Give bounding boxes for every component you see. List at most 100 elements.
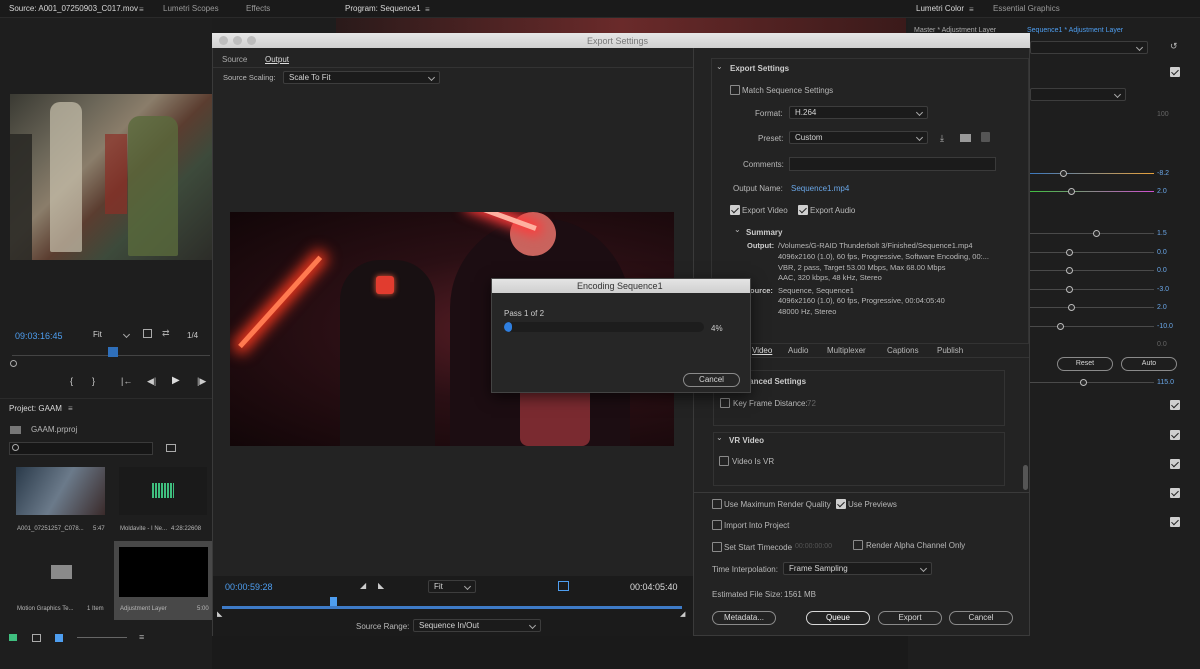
lumetri-value[interactable]: 2.0	[1157, 304, 1167, 311]
preview-timeline-track[interactable]	[222, 606, 682, 609]
max-render-quality-checkbox[interactable]	[712, 499, 722, 509]
render-alpha-checkbox[interactable]	[853, 540, 863, 550]
slider-knob[interactable]	[1080, 379, 1087, 386]
lumetri-section-checkbox[interactable]	[1170, 400, 1180, 410]
export-video-checkbox[interactable]	[730, 205, 740, 215]
source-fit-dropdown[interactable]: Fit	[88, 329, 134, 342]
tab-lumetri-color[interactable]: Lumetri Color	[916, 4, 964, 13]
preview-fit-dropdown[interactable]: Fit	[428, 580, 476, 593]
lumetri-auto-button[interactable]: Auto	[1121, 357, 1177, 371]
slider-knob[interactable]	[1093, 230, 1100, 237]
zoom-window-icon[interactable]	[247, 36, 256, 45]
lumetri-section-checkbox[interactable]	[1170, 517, 1180, 527]
video-is-vr-checkbox[interactable]	[719, 456, 729, 466]
tab-output[interactable]: Output	[265, 55, 289, 64]
project-item-thumbnail[interactable]	[16, 467, 105, 515]
use-previews-checkbox[interactable]	[836, 499, 846, 509]
in-marker-icon[interactable]: ◣	[217, 610, 222, 618]
comments-input[interactable]	[789, 157, 996, 171]
lumetri-value[interactable]: 100	[1157, 111, 1169, 118]
slider-knob[interactable]	[1057, 323, 1064, 330]
lumetri-reset-button[interactable]: Reset	[1057, 357, 1113, 371]
close-window-icon[interactable]	[219, 36, 228, 45]
panel-menu-icon[interactable]: ≡	[68, 404, 73, 413]
lumetri-section-checkbox[interactable]	[1170, 430, 1180, 440]
in-point-icon[interactable]	[10, 360, 17, 367]
time-interpolation-dropdown[interactable]: Frame Sampling	[783, 562, 932, 575]
slider-knob[interactable]	[1066, 286, 1073, 293]
go-to-in-icon[interactable]: |←	[121, 376, 132, 386]
key-frame-distance-checkbox[interactable]	[720, 398, 730, 408]
tab-captions[interactable]: Captions	[887, 346, 919, 355]
lumetri-value[interactable]: -3.0	[1157, 286, 1169, 293]
output-name-link[interactable]: Sequence1.mp4	[791, 184, 849, 193]
mark-out-icon[interactable]: }	[92, 376, 95, 386]
start-timecode-value[interactable]: 00:00:00:00	[795, 543, 832, 550]
lumetri-value[interactable]: 0.0	[1157, 341, 1167, 348]
lumetri-value[interactable]: -8.2	[1157, 170, 1169, 177]
playhead-icon[interactable]	[108, 347, 118, 357]
match-sequence-checkbox[interactable]	[730, 85, 740, 95]
slider-knob[interactable]	[1066, 249, 1073, 256]
shadows-slider[interactable]	[1030, 289, 1154, 290]
panel-menu-icon[interactable]: ≡	[969, 5, 974, 14]
reset-icon[interactable]: ↺	[1170, 41, 1178, 52]
lumetri-section-checkbox[interactable]	[1170, 459, 1180, 469]
source-range-dropdown[interactable]: Sequence In/Out	[413, 619, 541, 632]
slider-knob[interactable]	[1060, 170, 1067, 177]
export-audio-checkbox[interactable]	[798, 205, 808, 215]
play-icon[interactable]: ▶	[172, 375, 180, 386]
minimize-window-icon[interactable]	[233, 36, 242, 45]
lumetri-section-checkbox[interactable]	[1170, 488, 1180, 498]
lumetri-enable-checkbox[interactable]	[1170, 67, 1180, 77]
playhead-icon[interactable]	[330, 597, 337, 606]
highlights-slider[interactable]	[1030, 270, 1154, 271]
tab-essential-graphics[interactable]: Essential Graphics	[993, 4, 1060, 13]
aspect-ratio-icon[interactable]	[558, 581, 569, 591]
source-resolution[interactable]: 1/4	[187, 331, 198, 340]
settings-scrollbar[interactable]	[1023, 465, 1028, 490]
export-button[interactable]: Export	[878, 611, 942, 625]
set-out-point-icon[interactable]: ◣	[378, 581, 384, 590]
project-title[interactable]: Project: GAAM	[9, 404, 62, 413]
step-forward-icon[interactable]: |▶	[197, 376, 206, 387]
tab-video[interactable]: Video	[752, 346, 772, 355]
save-preset-icon[interactable]: ⤓	[940, 133, 944, 144]
exposure-slider[interactable]	[1030, 233, 1154, 234]
tab-effects[interactable]: Effects	[246, 4, 270, 13]
tab-multiplexer[interactable]: Multiplexer	[827, 346, 866, 355]
blacks-slider[interactable]	[1030, 326, 1154, 327]
list-view-icon[interactable]	[32, 634, 41, 642]
out-marker-icon[interactable]: ◢	[680, 610, 685, 618]
collapse-chevron-icon[interactable]: ⌄	[716, 433, 723, 442]
panel-menu-icon[interactable]: ≡	[425, 5, 430, 14]
panel-menu-icon[interactable]: ≡	[139, 5, 144, 14]
whites-slider[interactable]	[1030, 307, 1154, 308]
export-frame-icon[interactable]: ⇄	[162, 328, 170, 339]
collapse-chevron-icon[interactable]: ⌄	[734, 225, 741, 234]
contrast-slider[interactable]	[1030, 252, 1154, 253]
slider-knob[interactable]	[1068, 188, 1075, 195]
source-timecode[interactable]: 09:03:16:45	[15, 331, 63, 341]
slider-knob[interactable]	[1066, 267, 1073, 274]
temperature-slider[interactable]	[1030, 173, 1154, 174]
lumetri-dropdown[interactable]	[1030, 41, 1148, 54]
tab-audio[interactable]: Audio	[788, 346, 808, 355]
current-time[interactable]: 00:00:59:28	[225, 582, 273, 592]
settings-icon[interactable]	[143, 329, 152, 338]
collapse-chevron-icon[interactable]: ⌄	[716, 62, 723, 71]
lumetri-dropdown[interactable]	[1030, 88, 1126, 101]
queue-button[interactable]: Queue	[806, 611, 870, 625]
project-search-input[interactable]	[9, 442, 153, 455]
encoding-cancel-button[interactable]: Cancel	[683, 373, 740, 387]
new-bin-icon[interactable]	[166, 444, 176, 452]
import-into-project-checkbox[interactable]	[712, 520, 722, 530]
key-frame-distance-value[interactable]: 72	[807, 399, 816, 408]
lumetri-value[interactable]: 0.0	[1157, 249, 1167, 256]
tint-slider[interactable]	[1030, 191, 1154, 192]
metadata-button[interactable]: Metadata...	[712, 611, 776, 625]
lock-icon[interactable]	[9, 634, 17, 641]
saturation-slider[interactable]	[1030, 382, 1154, 383]
icon-view-icon[interactable]	[55, 634, 63, 642]
tab-publish[interactable]: Publish	[937, 346, 963, 355]
